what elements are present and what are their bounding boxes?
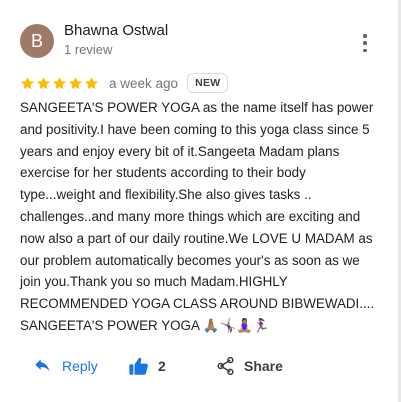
- share-icon: [217, 357, 234, 375]
- star-icon: [85, 76, 98, 89]
- reviewer-info: Bhawna Ostwal 1 review: [64, 22, 168, 58]
- reviewer-review-count: 1 review: [64, 42, 113, 57]
- reviewer-name[interactable]: Bhawna Ostwal: [64, 22, 168, 40]
- new-badge: NEW: [187, 73, 229, 93]
- more-vert-icon-dot: [363, 41, 367, 45]
- reply-button[interactable]: Reply: [34, 352, 98, 380]
- more-options-button[interactable]: [356, 34, 374, 52]
- like-button[interactable]: 2: [129, 352, 166, 380]
- avatar[interactable]: B: [20, 24, 54, 58]
- review-card: B Bhawna Ostwal 1 review a week ago NEW …: [0, 0, 401, 402]
- more-vert-icon-dot: [363, 48, 367, 52]
- review-actions: Reply 2 Share: [0, 352, 401, 380]
- review-text: SANGEETA'S POWER YOGA as the name itself…: [20, 100, 375, 333]
- star-icon: [69, 76, 82, 89]
- review-time: a week ago: [109, 75, 179, 91]
- reply-label: Reply: [62, 358, 98, 374]
- star-icon: [37, 76, 50, 89]
- more-vert-icon: [363, 34, 367, 38]
- share-label: Share: [244, 358, 283, 374]
- rating-row: a week ago NEW: [20, 73, 229, 93]
- thumbs-up-icon: [129, 357, 148, 375]
- reviewer-header: B Bhawna Ostwal 1 review: [20, 22, 168, 58]
- star-icon: [53, 76, 66, 89]
- star-icon: [21, 76, 34, 89]
- star-rating: [20, 76, 100, 91]
- like-count: 2: [158, 358, 166, 374]
- share-button[interactable]: Share: [217, 352, 283, 380]
- reply-icon: [35, 359, 50, 372]
